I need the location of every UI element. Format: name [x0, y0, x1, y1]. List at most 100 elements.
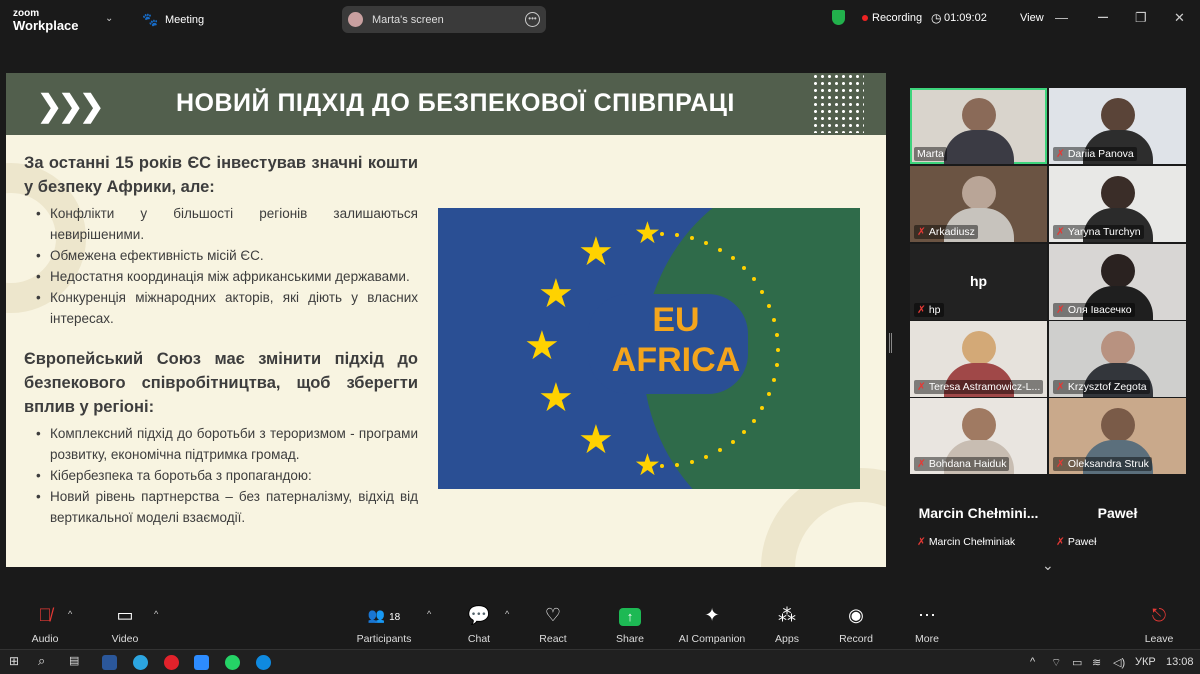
- network-icon[interactable]: ⌔: [1051, 656, 1061, 670]
- slide-heading-2: Європейський Союз має змінити підхід до …: [24, 350, 418, 416]
- participant-tile[interactable]: ✗ Оля Івасечко: [1049, 244, 1186, 320]
- chevrons-icon: ❯❯❯: [37, 90, 104, 123]
- windows-start-icon[interactable]: ⊞: [9, 654, 19, 668]
- word-icon[interactable]: [102, 655, 117, 670]
- participant-tile[interactable]: ✗ Oleksandra Struk: [1049, 398, 1186, 474]
- battery-icon[interactable]: ▭: [1072, 656, 1082, 669]
- participant-display-name: Marcin Chełmini...: [918, 505, 1039, 521]
- camera-icon: ▭: [116, 605, 134, 625]
- participant-name: ✗ Krzysztof Zegota: [1053, 380, 1150, 394]
- chevron-down-icon[interactable]: ⌄: [105, 13, 113, 24]
- video-button[interactable]: ▭ Video: [85, 603, 165, 645]
- opera-icon[interactable]: [164, 655, 179, 670]
- participant-tile[interactable]: ✗ Bohdana Haiduk: [910, 398, 1047, 474]
- participant-tile[interactable]: ✗ Krzysztof Zegota: [1049, 321, 1186, 397]
- wifi-icon[interactable]: ≋: [1092, 656, 1101, 669]
- participant-tile[interactable]: ✗ Arkadiusz: [910, 166, 1047, 242]
- video-person: [1100, 254, 1135, 288]
- screen-share-indicator[interactable]: Marta's screen •••: [342, 6, 546, 33]
- video-person: [961, 331, 996, 365]
- video-person-body: [943, 130, 1014, 164]
- minimize-icon[interactable]: –: [1098, 6, 1108, 27]
- participant-tile[interactable]: Marcin Chełmini... ✗ Marcin Chełminiak: [910, 476, 1047, 552]
- edge-icon[interactable]: [256, 655, 271, 670]
- leave-button[interactable]: ⎋ Leave: [1119, 603, 1199, 645]
- chevron-up-icon[interactable]: ^: [505, 609, 509, 619]
- star-dot: [730, 440, 735, 445]
- participant-tile[interactable]: ✗ Yaryna Turchyn: [1049, 166, 1186, 242]
- panel-resize-handle[interactable]: [889, 333, 892, 353]
- zoom-app-icon[interactable]: [194, 655, 209, 670]
- participant-tile[interactable]: ✗ Teresa Astramowicz-L...: [910, 321, 1047, 397]
- windows-taskbar: ⊞ ⌕ ▤ ^ ⌔ ▭ ≋ ◁) УКР 13:08: [0, 649, 1200, 674]
- video-person: [961, 408, 996, 442]
- list-item: Обмежена ефективність місій ЄС.: [36, 245, 418, 266]
- minimize-icon[interactable]: —: [1055, 10, 1068, 25]
- audio-button[interactable]: 🎙̸ Audio: [5, 603, 85, 645]
- more-icon: ⋯: [918, 605, 936, 625]
- language-indicator[interactable]: УКР: [1135, 656, 1156, 668]
- star-dot: [730, 255, 735, 260]
- list-item: Конфлікти у більшості регіонів залишають…: [36, 203, 418, 245]
- list-item: Кібербезпека та боротьба з пропагандою:: [36, 465, 418, 486]
- participant-tile[interactable]: hp ✗ hp: [910, 244, 1047, 320]
- star-icon: ★: [578, 418, 614, 462]
- participant-tile[interactable]: ✗ Dariia Panova: [1049, 88, 1186, 164]
- people-icon: 👥 18: [367, 607, 401, 623]
- bullet-list-1: Конфлікти у більшості регіонів залишають…: [36, 203, 418, 329]
- search-icon[interactable]: ⌕: [38, 653, 45, 669]
- list-item: Комплексний підхід до боротьби з терориз…: [36, 423, 418, 465]
- close-icon[interactable]: ✕: [1174, 10, 1185, 26]
- slide-heading-1: За останні 15 років ЄС інвестував значні…: [24, 154, 418, 196]
- participant-name: ✗ Oleksandra Struk: [1053, 457, 1152, 471]
- clock[interactable]: 13:08: [1166, 656, 1194, 668]
- scroll-down-chevron-icon[interactable]: ⌄: [1042, 557, 1054, 574]
- star-dot: [675, 232, 680, 237]
- more-icon[interactable]: •••: [525, 12, 540, 27]
- participants-button[interactable]: 👥 18 Participants: [344, 603, 424, 645]
- video-person: [1100, 98, 1135, 132]
- view-button[interactable]: View: [1020, 12, 1044, 24]
- participant-name: ✗ Arkadiusz: [914, 225, 978, 239]
- react-button[interactable]: ♡ React: [513, 603, 593, 645]
- star-dot: [660, 232, 664, 236]
- top-bar: zoom Workplace ⌄ 🐾 Meeting Marta's scree…: [0, 0, 1200, 38]
- apps-button[interactable]: ⁂ Apps: [747, 603, 827, 645]
- recording-dot-icon: [862, 15, 868, 21]
- participant-name: Marta: [914, 147, 947, 161]
- meeting-timer: 01:09:02: [944, 12, 987, 24]
- record-button[interactable]: ◉ Record: [816, 603, 896, 645]
- more-button[interactable]: ⋯ More: [887, 603, 967, 645]
- meeting-label[interactable]: Meeting: [165, 14, 204, 26]
- star-icon: ★: [538, 272, 574, 316]
- recording-label[interactable]: Recording: [872, 12, 922, 24]
- participant-tile[interactable]: Marta: [910, 88, 1047, 164]
- mic-muted-icon: ✗: [917, 304, 926, 316]
- restore-icon[interactable]: ❐: [1135, 10, 1147, 26]
- task-view-icon[interactable]: ▤: [69, 654, 79, 667]
- video-person: [961, 98, 996, 132]
- ai-companion-button[interactable]: ✦ AI Companion: [672, 603, 752, 645]
- avatar: [348, 12, 363, 27]
- participant-tile[interactable]: Paweł ✗ Paweł: [1049, 476, 1186, 552]
- chevron-up-icon[interactable]: ^: [68, 609, 72, 619]
- participant-name: ✗ Yaryna Turchyn: [1053, 225, 1144, 239]
- record-icon: ◉: [848, 605, 864, 625]
- bullet-list-2: Комплексний підхід до боротьби з терориз…: [36, 423, 418, 528]
- star-icon: ★: [634, 449, 661, 482]
- chevron-up-icon[interactable]: ^: [427, 609, 431, 619]
- eu-africa-image: ★ ★ ★ ★ ★ ★ ★ EU AFRICA: [438, 208, 860, 489]
- mic-muted-icon: ✗: [1056, 226, 1065, 238]
- dot-grid-decoration: [812, 73, 864, 133]
- tray-expand-icon[interactable]: ^: [1030, 656, 1035, 668]
- slide-header: ❯❯❯ НОВИЙ ПІДХІД ДО БЕЗПЕКОВОЇ СПІВПРАЦІ: [6, 73, 886, 135]
- participant-name: ✗ Dariia Panova: [1053, 147, 1137, 161]
- share-button[interactable]: ↑ Share: [590, 603, 670, 645]
- volume-icon[interactable]: ◁): [1113, 656, 1125, 669]
- telegram-icon[interactable]: [133, 655, 148, 670]
- shield-icon[interactable]: [832, 10, 845, 25]
- whatsapp-icon[interactable]: [225, 655, 240, 670]
- star-icon: ★: [538, 376, 574, 420]
- chevron-up-icon[interactable]: ^: [154, 609, 158, 619]
- video-person: [1100, 331, 1135, 365]
